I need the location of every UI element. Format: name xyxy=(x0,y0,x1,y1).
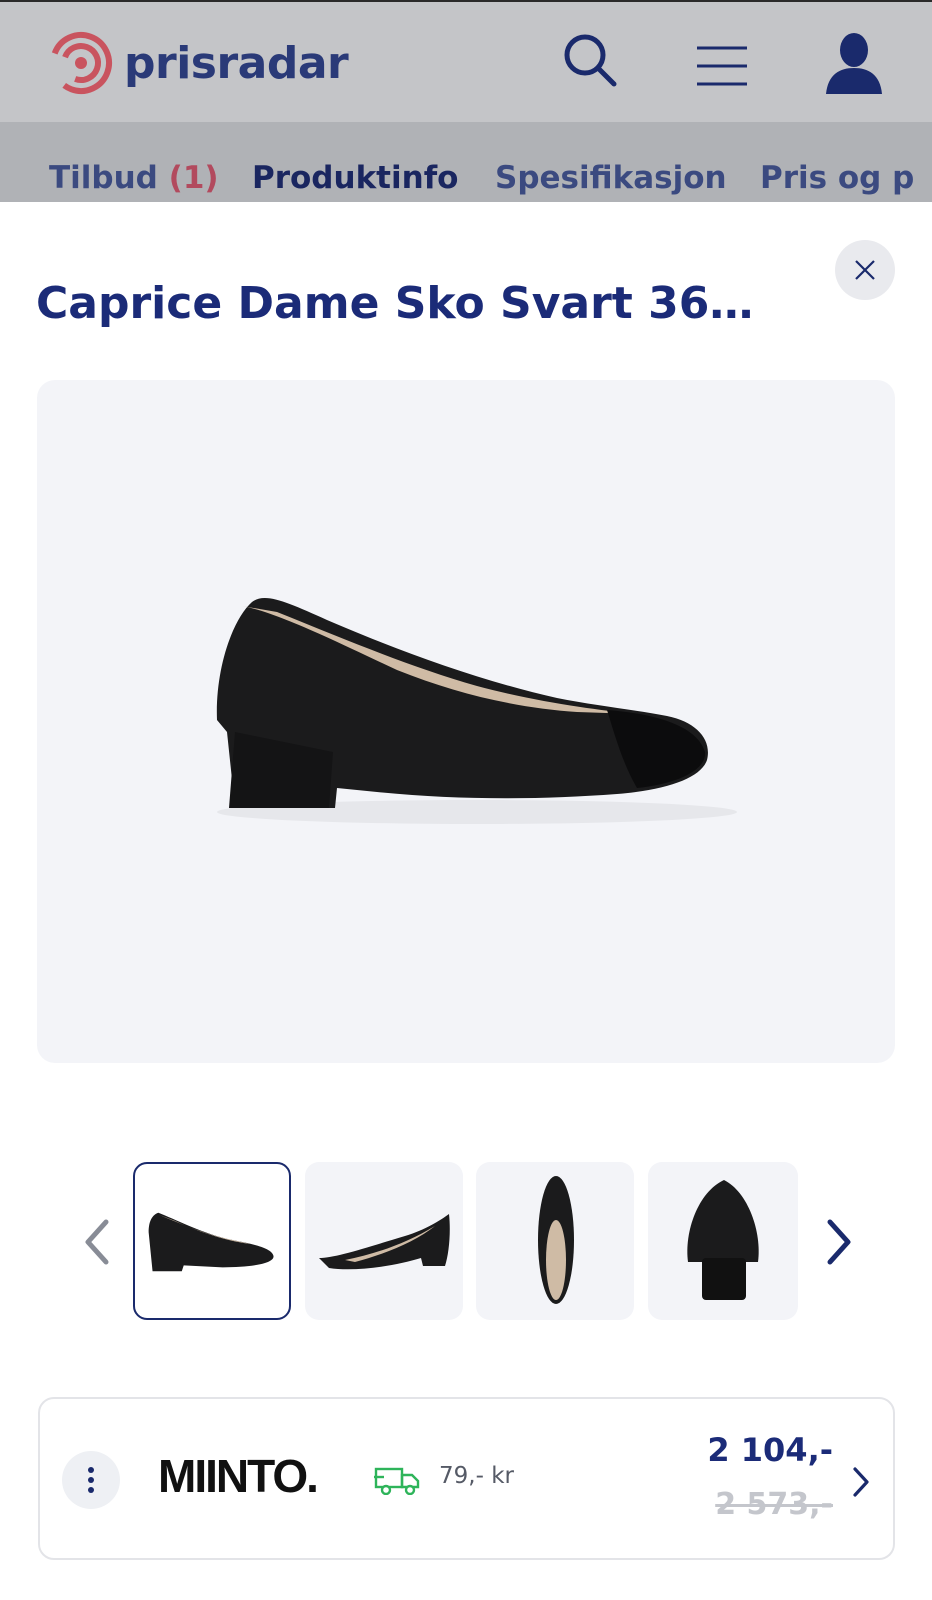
close-button[interactable] xyxy=(835,240,895,300)
tab-produktinfo[interactable]: Produktinfo xyxy=(252,160,458,196)
thumbnail-carousel xyxy=(0,1162,932,1322)
tab-spesifikasjon[interactable]: Spesifikasjon xyxy=(495,160,727,196)
kebab-menu-icon xyxy=(88,1467,94,1493)
thumb-shoe-top-image xyxy=(538,1176,574,1304)
chevron-right-icon[interactable] xyxy=(851,1465,871,1499)
offer-price: 2 104,- xyxy=(707,1431,833,1469)
shipping-cost: 79,- kr xyxy=(439,1463,514,1489)
chevron-left-icon[interactable] xyxy=(78,1212,118,1272)
radar-logo-icon xyxy=(50,32,112,94)
tab-tilbud-label: Tilbud xyxy=(49,160,158,196)
tab-spesifikasjon-label: Spesifikasjon xyxy=(495,160,727,196)
thumbnail-4[interactable] xyxy=(648,1162,798,1320)
offer-old-price: 2 573,- xyxy=(715,1487,833,1522)
thumb-shoe-inside-image xyxy=(319,1214,450,1270)
close-icon xyxy=(855,260,875,280)
thumbnail-1[interactable] xyxy=(133,1162,291,1320)
logo-text: prisradar xyxy=(124,37,349,89)
tab-pris-og-prishistorikk[interactable]: Pris og p xyxy=(760,160,914,196)
menu-icon[interactable] xyxy=(695,44,749,88)
thumbnail-2[interactable] xyxy=(305,1162,463,1320)
search-icon[interactable] xyxy=(562,32,618,88)
product-title: Caprice Dame Sko Svart 36… xyxy=(36,278,754,329)
truck-icon xyxy=(374,1467,420,1495)
prisradar-logo[interactable]: prisradar xyxy=(48,30,349,96)
tab-tilbud[interactable]: Tilbud (1) xyxy=(49,160,219,196)
shop-logo: MIINTO. xyxy=(158,1450,319,1502)
more-options-button[interactable] xyxy=(62,1451,120,1509)
shoe-image xyxy=(216,598,737,824)
user-icon[interactable] xyxy=(824,30,884,96)
product-main-image[interactable] xyxy=(37,380,895,1063)
chevron-right-icon[interactable] xyxy=(818,1212,858,1272)
thumbnail-3[interactable] xyxy=(476,1162,634,1320)
thumb-shoe-side-image xyxy=(148,1212,274,1272)
tab-tilbud-count: (1) xyxy=(168,160,219,196)
site-header: prisradar xyxy=(0,0,932,122)
tab-bar: Tilbud (1) Produktinfo Spesifikasjon Pri… xyxy=(0,122,932,202)
offer-card[interactable]: MIINTO. 79,- kr 2 104,- 2 573,- xyxy=(38,1397,895,1560)
thumb-shoe-back-image xyxy=(687,1180,759,1300)
tab-pris-label: Pris og p xyxy=(760,160,915,196)
tab-produktinfo-label: Produktinfo xyxy=(252,160,459,196)
